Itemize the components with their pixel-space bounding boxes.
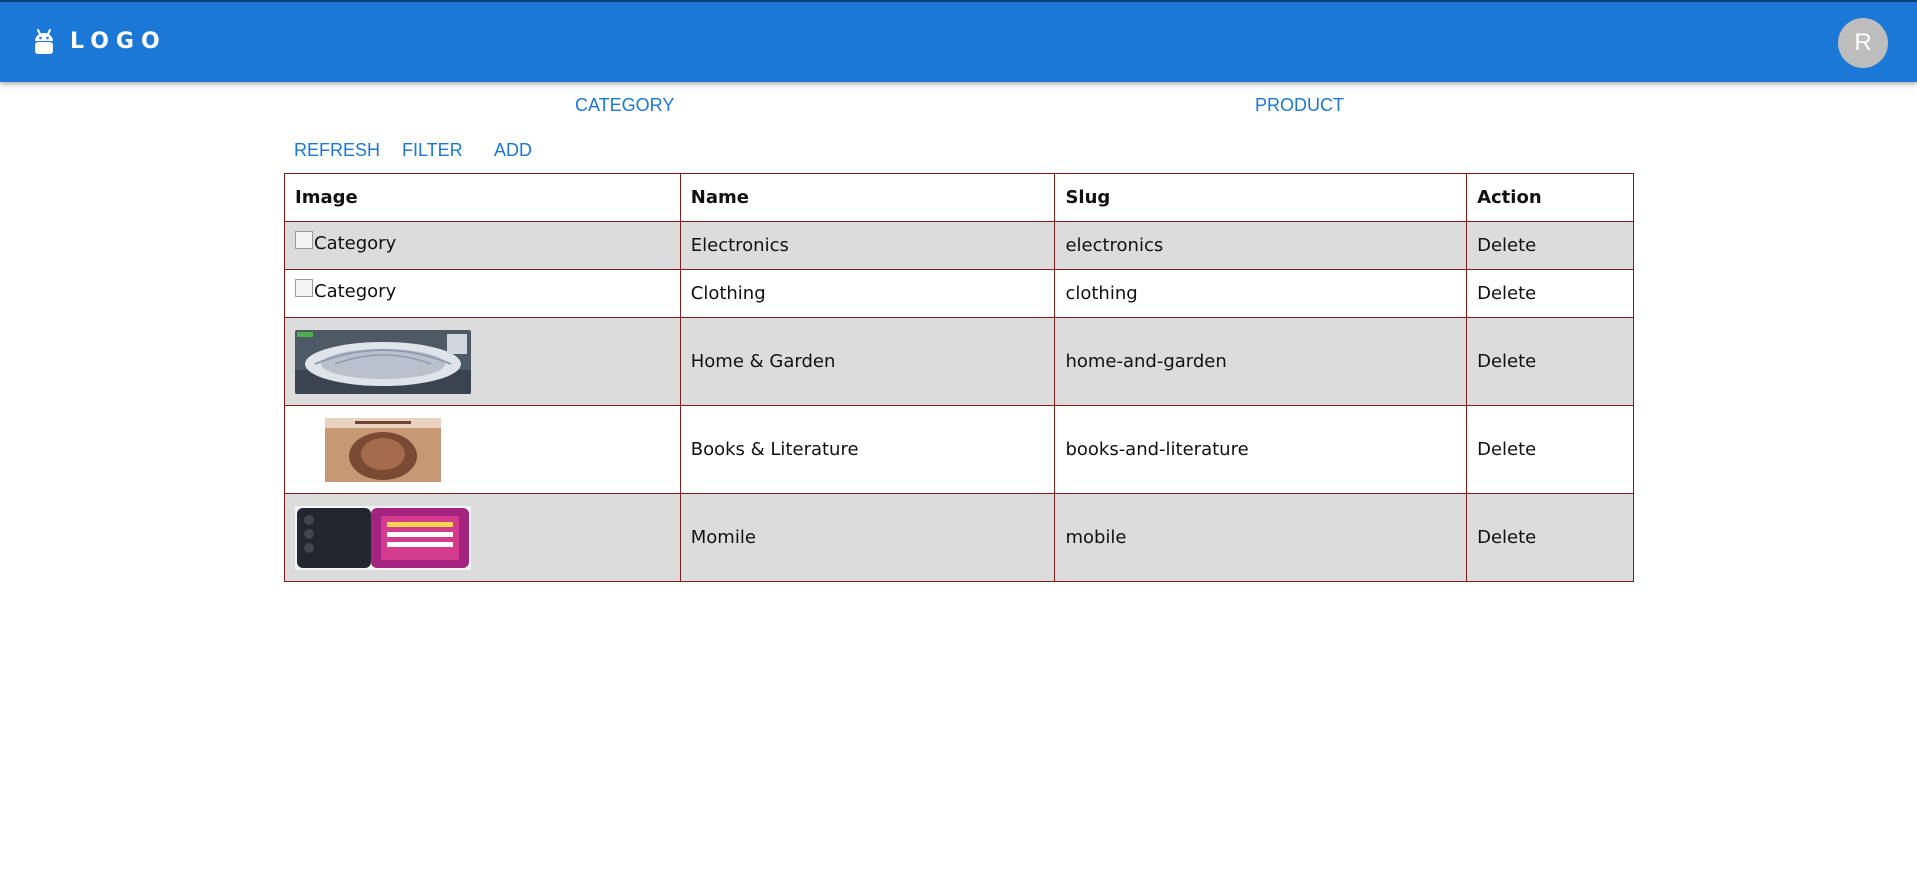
- android-icon: [35, 29, 53, 54]
- broken-image-icon: [295, 278, 313, 297]
- column-header-action: Action: [1466, 173, 1634, 222]
- table-row: Category Electronics electronics Delete: [284, 221, 1634, 270]
- image-cell: Category: [284, 269, 681, 318]
- mobile-phone-thumbnail: [295, 505, 471, 570]
- table-row: Books & Literature books-and-literature …: [284, 405, 1634, 494]
- image-alt-text: Category: [314, 281, 397, 303]
- column-header-image: Image: [284, 173, 681, 222]
- delete-button[interactable]: Delete: [1466, 405, 1634, 494]
- add-button[interactable]: ADD: [494, 138, 532, 162]
- column-header-name: Name: [679, 173, 1056, 222]
- broken-image: Category: [295, 278, 397, 303]
- broken-image: Category: [295, 230, 397, 255]
- user-avatar[interactable]: R: [1838, 18, 1888, 68]
- delete-button[interactable]: Delete: [1466, 221, 1634, 270]
- image-cell: [284, 405, 681, 494]
- image-cell: [284, 317, 681, 406]
- filter-button[interactable]: FILTER: [402, 138, 463, 162]
- nav-category-link[interactable]: CATEGORY: [575, 93, 674, 117]
- delete-button[interactable]: Delete: [1466, 317, 1634, 406]
- delete-button[interactable]: Delete: [1466, 493, 1634, 582]
- name-cell: Books & Literature: [679, 405, 1056, 494]
- slug-cell: clothing: [1054, 269, 1468, 318]
- refresh-button[interactable]: REFRESH: [294, 138, 380, 162]
- name-cell: Home & Garden: [679, 317, 1056, 406]
- app-bar: LOGO R: [0, 0, 1917, 82]
- delete-button[interactable]: Delete: [1466, 269, 1634, 318]
- image-cell: [284, 493, 681, 582]
- image-alt-text: Category: [314, 233, 397, 255]
- category-table: Image Name Slug Action Category Electron…: [284, 173, 1634, 582]
- table-row: Category Clothing clothing Delete: [284, 269, 1634, 318]
- broken-image-icon: [295, 230, 313, 249]
- column-header-slug: Slug: [1054, 173, 1468, 222]
- image-cell: Category: [284, 221, 681, 270]
- logo-text: LOGO: [70, 29, 167, 54]
- table-row: Home & Garden home-and-garden Delete: [284, 317, 1634, 406]
- slug-cell: mobile: [1054, 493, 1468, 582]
- table-header-row: Image Name Slug Action: [284, 173, 1634, 222]
- name-cell: Clothing: [679, 269, 1056, 318]
- home-garden-thumbnail: [295, 329, 471, 394]
- name-cell: Momile: [679, 493, 1056, 582]
- slug-cell: home-and-garden: [1054, 317, 1468, 406]
- book-cover-thumbnail: [295, 417, 471, 482]
- table-row: Momile mobile Delete: [284, 493, 1634, 582]
- name-cell: Electronics: [679, 221, 1056, 270]
- nav-product-link[interactable]: PRODUCT: [1255, 93, 1344, 117]
- slug-cell: electronics: [1054, 221, 1468, 270]
- slug-cell: books-and-literature: [1054, 405, 1468, 494]
